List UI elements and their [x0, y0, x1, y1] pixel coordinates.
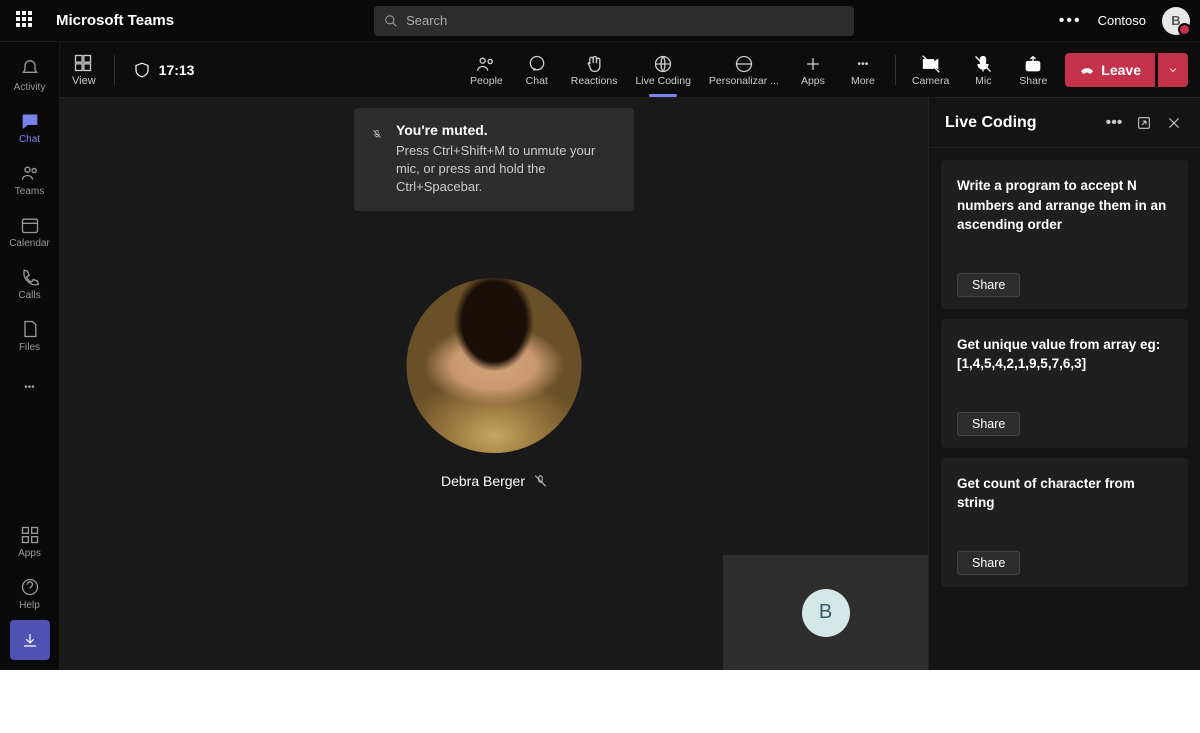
sidebar-item-calls[interactable]: Calls — [0, 258, 59, 308]
header-more-icon[interactable]: ••• — [1059, 12, 1082, 30]
more-button[interactable]: ••• More — [839, 49, 887, 91]
self-avatar: B — [802, 589, 850, 637]
sidebar-item-chat[interactable]: Chat — [0, 102, 59, 152]
search-input[interactable]: Search — [374, 6, 854, 36]
sidebar-item-label: Calendar — [9, 238, 50, 249]
globe-icon — [734, 54, 754, 74]
share-screen-button[interactable]: Share — [1009, 49, 1057, 91]
sidebar-item-files[interactable]: Files — [0, 310, 59, 360]
camera-off-icon — [921, 54, 941, 74]
self-video-tile[interactable]: B — [723, 555, 928, 670]
meeting-toolbar: View 17:13 People Chat — [60, 42, 1200, 98]
file-icon — [20, 319, 40, 339]
sidebar-item-label: Teams — [15, 186, 44, 197]
phone-icon — [20, 267, 40, 287]
sidebar-item-help[interactable]: Help — [0, 568, 59, 618]
people-icon — [476, 54, 496, 74]
question-text: Write a program to accept N numbers and … — [957, 176, 1172, 235]
app-launcher-icon[interactable] — [16, 11, 36, 31]
mic-button[interactable]: Mic — [959, 49, 1007, 91]
chat-bubble-icon — [527, 54, 547, 74]
personalize-button[interactable]: Personalizar ... — [701, 49, 787, 91]
shield-icon — [133, 61, 151, 79]
camera-button[interactable]: Camera — [904, 49, 957, 91]
sidebar-item-calendar[interactable]: Calendar — [0, 206, 59, 256]
muted-title: You're muted. — [396, 122, 616, 138]
divider — [895, 55, 896, 85]
search-icon — [384, 14, 398, 28]
tenant-name: Contoso — [1098, 13, 1146, 28]
panel-more-icon[interactable]: ••• — [1104, 113, 1124, 133]
sidebar-item-label: Files — [19, 342, 40, 353]
muted-subtitle: Press Ctrl+Shift+M to unmute your mic, o… — [396, 142, 616, 197]
divider — [114, 55, 115, 85]
chat-icon — [20, 111, 40, 131]
participant-name: Debra Berger — [441, 473, 525, 489]
sidebar-item-label: Activity — [14, 82, 46, 93]
sidebar-more[interactable]: ••• — [0, 362, 59, 412]
reactions-button[interactable]: Reactions — [563, 49, 626, 91]
app-sidebar: Activity Chat Teams Calendar Calls Files — [0, 42, 60, 670]
meeting-timer: 17:13 — [159, 62, 195, 78]
leave-button[interactable]: Leave — [1065, 53, 1155, 87]
sidebar-item-label: Apps — [18, 548, 41, 559]
download-button[interactable] — [10, 620, 50, 660]
sidebar-item-label: Chat — [19, 134, 40, 145]
share-up-icon — [1023, 54, 1043, 74]
muted-banner: You're muted. Press Ctrl+Shift+M to unmu… — [354, 108, 634, 211]
leave-dropdown[interactable] — [1158, 53, 1188, 87]
apps-button[interactable]: Apps — [789, 49, 837, 91]
ellipsis-icon: ••• — [19, 376, 41, 398]
plus-icon — [803, 54, 823, 74]
sidebar-item-label: Help — [19, 600, 40, 611]
share-button[interactable]: Share — [957, 273, 1020, 297]
mic-off-icon — [973, 54, 993, 74]
participant-tile: Debra Berger — [407, 278, 582, 489]
user-avatar[interactable]: B — [1162, 7, 1190, 35]
chevron-down-icon — [1167, 64, 1179, 76]
live-coding-panel: Live Coding ••• Write a program to accep… — [928, 98, 1200, 670]
calendar-icon — [20, 215, 40, 235]
question-card: Get unique value from array eg:[1,4,5,4,… — [941, 319, 1188, 448]
people-button[interactable]: People — [462, 49, 511, 91]
sidebar-item-activity[interactable]: Activity — [0, 50, 59, 100]
hand-icon — [584, 54, 604, 74]
share-button[interactable]: Share — [957, 412, 1020, 436]
meeting-stage: You're muted. Press Ctrl+Shift+M to unmu… — [60, 98, 1200, 670]
live-coding-button[interactable]: Live Coding — [627, 49, 698, 91]
download-icon — [21, 631, 39, 649]
app-title: Microsoft Teams — [56, 12, 174, 29]
bell-icon — [20, 59, 40, 79]
question-card: Get count of character from string Share — [941, 458, 1188, 587]
teams-icon — [20, 163, 40, 183]
sidebar-item-teams[interactable]: Teams — [0, 154, 59, 204]
hangup-icon — [1079, 62, 1095, 78]
share-button[interactable]: Share — [957, 551, 1020, 575]
search-placeholder: Search — [406, 13, 447, 28]
help-icon — [20, 577, 40, 597]
mic-off-icon — [372, 124, 382, 144]
chat-button[interactable]: Chat — [513, 49, 561, 91]
mic-off-icon — [533, 474, 547, 488]
globe-icon — [653, 54, 673, 74]
apps-icon — [20, 525, 40, 545]
question-text: Get count of character from string — [957, 474, 1172, 513]
view-button[interactable]: View — [72, 53, 96, 87]
panel-title: Live Coding — [945, 114, 1094, 132]
sidebar-item-label: Calls — [18, 290, 40, 301]
grid-icon — [73, 53, 93, 73]
popout-icon[interactable] — [1134, 113, 1154, 133]
question-card: Write a program to accept N numbers and … — [941, 160, 1188, 309]
participant-avatar — [407, 278, 582, 453]
question-text: Get unique value from array eg:[1,4,5,4,… — [957, 335, 1172, 374]
top-header: Microsoft Teams Search ••• Contoso B — [0, 0, 1200, 42]
close-icon[interactable] — [1164, 113, 1184, 133]
ellipsis-icon: ••• — [852, 53, 874, 75]
sidebar-item-apps[interactable]: Apps — [0, 516, 59, 566]
